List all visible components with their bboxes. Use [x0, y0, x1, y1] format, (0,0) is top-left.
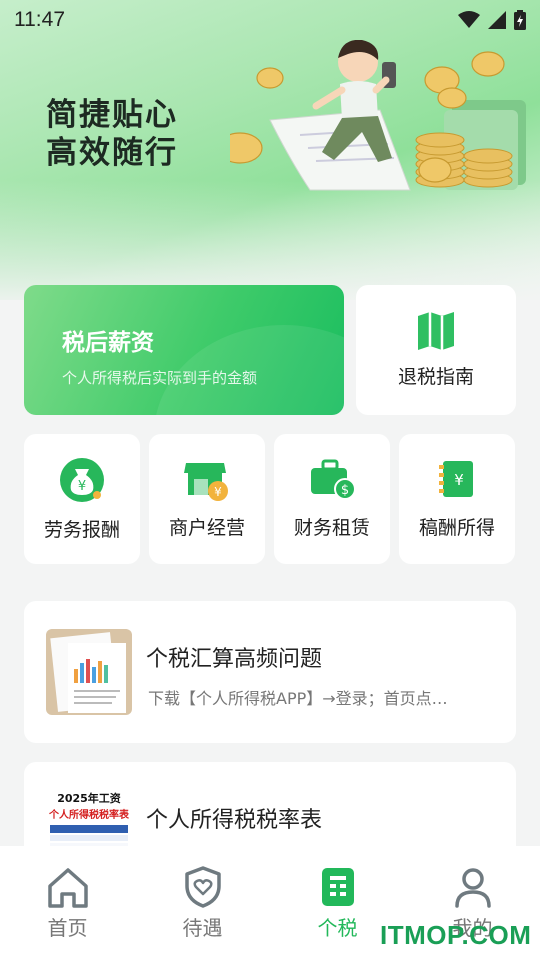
salary-card-title: 税后薪资: [62, 330, 154, 356]
after-tax-salary-card[interactable]: 税后薪资 个人所得税后实际到手的金额: [24, 285, 344, 415]
status-time: 11:47: [14, 8, 65, 31]
tile-label: 财务租赁: [293, 516, 370, 539]
hero-slogan: 简捷贴心 高效随行: [46, 96, 178, 172]
watermark: ITMOP.COM: [380, 920, 532, 950]
tab-home[interactable]: 首页: [0, 846, 135, 960]
article-title: 个税汇算高频问题: [146, 647, 323, 672]
home-icon: [47, 868, 88, 908]
slogan-line-1: 简捷贴心: [46, 97, 178, 133]
tile-label: 商户经营: [168, 516, 245, 539]
tab-benefits[interactable]: 待遇: [135, 846, 270, 960]
article-thumbnail: [46, 629, 132, 715]
map-icon: [418, 311, 454, 350]
user-icon: [454, 868, 491, 908]
article-card-tax-faq[interactable]: 个税汇算高频问题 下载【个人所得税APP】→登录；首页点…: [24, 601, 516, 743]
status-icons: [458, 10, 526, 30]
tab-label: 首页: [47, 916, 88, 940]
article-title: 个人所得税税率表: [146, 808, 323, 833]
signal-icon: [488, 11, 506, 29]
svg-text:¥: ¥: [214, 485, 222, 499]
hero-illustration: [230, 40, 526, 191]
refund-guide-label: 退税指南: [397, 365, 474, 388]
svg-text:¥: ¥: [454, 471, 464, 489]
wifi-icon: [458, 11, 480, 28]
slogan-line-2: 高效随行: [46, 135, 178, 171]
battery-icon: [514, 10, 526, 30]
thumb-heading-1: 2025年工资: [57, 792, 121, 805]
tile-label: 稿酬所得: [418, 516, 495, 539]
svg-text:$: $: [341, 483, 349, 498]
thumb-heading-2: 个人所得税税率表: [49, 810, 129, 821]
tab-label: 待遇: [182, 916, 223, 940]
tile-finance-lease[interactable]: $ 财务租赁: [274, 434, 390, 564]
briefcase-dollar-icon: $: [311, 459, 355, 500]
tile-merchant-business[interactable]: ¥ 商户经营: [149, 434, 265, 564]
article-description: 下载【个人所得税APP】→登录；首页点…: [148, 689, 448, 708]
salary-card-subtitle: 个人所得税后实际到手的金额: [62, 369, 258, 387]
tab-label: 个税: [317, 916, 358, 940]
money-bag-icon: ¥: [60, 457, 104, 502]
notebook-yen-icon: ¥: [439, 460, 473, 497]
tile-labor-remuneration[interactable]: ¥ 劳务报酬: [24, 434, 140, 564]
shield-heart-icon: [184, 866, 221, 908]
svg-text:¥: ¥: [78, 479, 86, 494]
tax-document-icon: [321, 868, 354, 906]
tax-refund-guide-card[interactable]: 退税指南: [356, 285, 516, 415]
tile-label: 劳务报酬: [43, 518, 120, 541]
shop-icon: ¥: [184, 462, 228, 501]
status-bar: 11:47: [0, 0, 540, 40]
tile-author-remuneration[interactable]: ¥ 稿酬所得: [399, 434, 515, 564]
